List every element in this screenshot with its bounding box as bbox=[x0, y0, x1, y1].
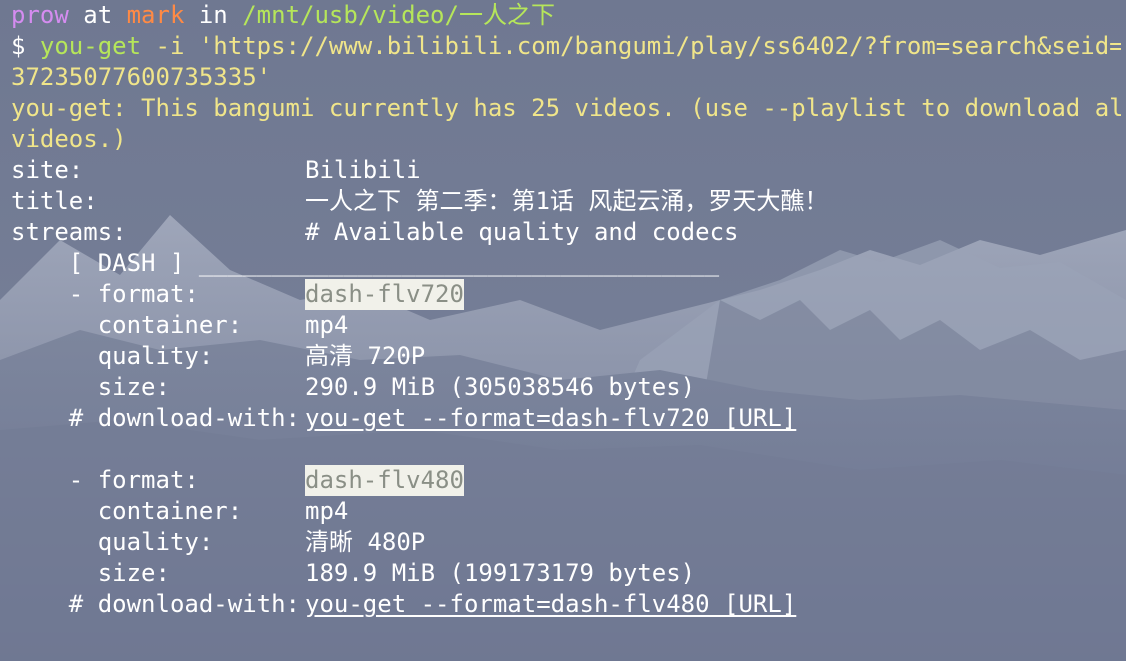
title-value: 一人之下 第二季：第1话 风起云涌，罗天大醮！ bbox=[305, 187, 829, 215]
stream-2-download-row: # download-with: you-get --format=dash-fl… bbox=[11, 589, 1121, 620]
stream-2-size-row: size: 189.9 MiB (199173179 bytes) bbox=[11, 558, 1121, 589]
command-args: -i 'https://www.bilibili.com/bangumi/pla… bbox=[141, 32, 1122, 60]
stream-1-size-label: size: bbox=[11, 373, 170, 401]
stream-1-container-label: container: bbox=[11, 311, 243, 339]
shell-prompt: prow at mark in /mnt/usb/video/一人之下 bbox=[11, 0, 1121, 31]
stream-1-container-row: container: mp4 bbox=[11, 310, 1121, 341]
notice-line-1: you-get: This bangumi currently has 25 v… bbox=[11, 94, 1121, 122]
stream-2-quality-value: 清晰 480P bbox=[305, 528, 426, 556]
terminal-output: prow at mark in /mnt/usb/video/一人之下 $ yo… bbox=[11, 0, 1121, 620]
stream-2-format-row: - format: dash-flv480 bbox=[11, 465, 1121, 496]
prompt-in: in bbox=[198, 1, 228, 29]
stream-1-format-row: - format: dash-flv720 bbox=[11, 279, 1121, 310]
streams-row: streams: # Available quality and codecs bbox=[11, 217, 1121, 248]
prompt-at: at bbox=[83, 1, 113, 29]
site-row: site: Bilibili bbox=[11, 155, 1121, 186]
streams-label: streams: bbox=[11, 218, 127, 246]
stream-2-format-value[interactable]: dash-flv480 bbox=[305, 465, 464, 496]
stream-1-format-value[interactable]: dash-flv720 bbox=[305, 279, 464, 310]
streams-value: # Available quality and codecs bbox=[305, 218, 739, 246]
stream-2-container-value: mp4 bbox=[305, 497, 349, 525]
stream-2-size-value: 189.9 MiB (199173179 bytes) bbox=[305, 559, 696, 587]
stream-1-format-label: - format: bbox=[11, 280, 199, 308]
blank-separator bbox=[11, 434, 1121, 465]
prompt-host: mark bbox=[126, 1, 185, 29]
stream-2-quality-row: quality: 清晰 480P bbox=[11, 527, 1121, 558]
stream-2-download-label: # download-with: bbox=[11, 590, 300, 618]
notice-line-2: videos.) bbox=[11, 125, 127, 153]
stream-2-format-label: - format: bbox=[11, 466, 199, 494]
stream-1-download-row: # download-with: you-get --format=dash-fl… bbox=[11, 403, 1121, 434]
dash-header: [ DASH ] _______________________________… bbox=[11, 249, 720, 277]
stream-1-quality-value: 高清 720P bbox=[305, 342, 426, 370]
command-dollar: $ bbox=[11, 32, 26, 60]
stream-2-download-command[interactable]: you-get --format=dash-flv480 [URL] bbox=[305, 589, 796, 620]
stream-1-download-label: # download-with: bbox=[11, 404, 300, 432]
stream-1-size-value: 290.9 MiB (305038546 bytes) bbox=[305, 373, 696, 401]
command-args-wrap: 37235077600735335' bbox=[11, 63, 272, 91]
stream-2-container-row: container: mp4 bbox=[11, 496, 1121, 527]
stream-1-download-command[interactable]: you-get --format=dash-flv720 [URL] bbox=[305, 403, 796, 434]
stream-1-container-value: mp4 bbox=[305, 311, 349, 339]
stream-2-container-label: container: bbox=[11, 497, 243, 525]
stream-2-quality-label: quality: bbox=[11, 528, 214, 556]
title-row: title: 一人之下 第二季：第1话 风起云涌，罗天大醮！ bbox=[11, 186, 1121, 217]
stream-1-quality-label: quality: bbox=[11, 342, 214, 370]
stream-1-size-row: size: 290.9 MiB (305038546 bytes) bbox=[11, 372, 1121, 403]
command-program: you-get bbox=[39, 32, 142, 60]
prompt-cwd: /mnt/usb/video/一人之下 bbox=[242, 1, 555, 29]
title-label: title: bbox=[11, 187, 98, 215]
stream-1-quality-row: quality: 高清 720P bbox=[11, 341, 1121, 372]
prompt-user: prow bbox=[11, 1, 69, 29]
site-value: Bilibili bbox=[305, 156, 421, 184]
site-label: site: bbox=[11, 156, 84, 184]
command-line: $ you-get -i 'https://www.bilibili.com/b… bbox=[11, 31, 1121, 62]
stream-2-size-label: size: bbox=[11, 559, 170, 587]
